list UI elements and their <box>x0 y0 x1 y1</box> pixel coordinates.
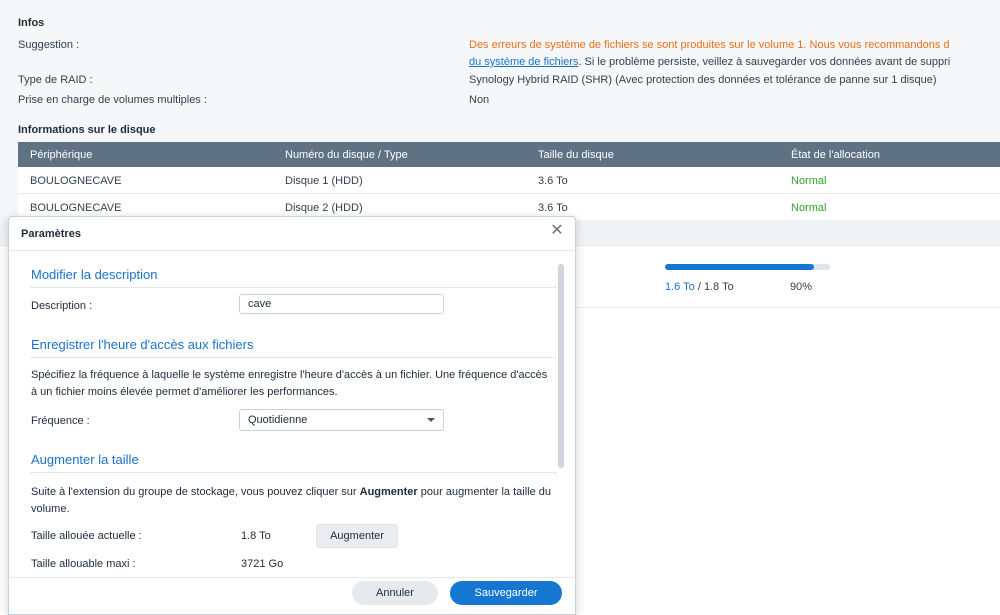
resize-description: Suite à l'extension du groupe de stockag… <box>31 486 552 515</box>
description-label: Description : <box>31 300 93 312</box>
dialog-body[interactable]: Modifier la description Description : En… <box>9 251 575 577</box>
disk-size-cell: 3.6 To <box>538 175 568 187</box>
save-button[interactable]: Sauvegarder <box>450 581 562 605</box>
raid-type-label: Type de RAID : <box>18 74 93 86</box>
frequency-selected-value: Quotidienne <box>248 414 308 426</box>
suggestion-label: Suggestion : <box>18 39 80 51</box>
disk-number-cell: Disque 1 (HDD) <box>285 175 363 187</box>
usage-bar-fill <box>665 264 814 270</box>
close-icon[interactable]: ✕ <box>549 223 565 239</box>
suggestion-text-line2: du système de fichiers. Si le problème p… <box>469 56 951 68</box>
col-device[interactable]: Périphérique <box>30 149 92 161</box>
section-divider <box>31 287 556 288</box>
total-size: 1.8 To <box>703 281 734 293</box>
settings-dialog: Paramètres ✕ Modifier la description Des… <box>8 216 576 615</box>
device-cell: BOULOGNECAVE <box>30 202 122 214</box>
infos-title: Infos <box>18 17 45 29</box>
description-heading: Modifier la description <box>31 267 158 282</box>
section-divider <box>31 357 556 358</box>
col-allocation-status[interactable]: État de l'allocation <box>791 149 880 161</box>
access-time-heading: Enregistrer l'heure d'accès aux fichiers <box>31 337 254 352</box>
footer-divider <box>9 577 575 578</box>
dialog-scrollbar[interactable] <box>558 264 564 468</box>
current-size-label: Taille allouée actuelle : <box>31 530 142 542</box>
multi-volume-label: Prise en charge de volumes multiples : <box>18 94 207 106</box>
section-divider <box>31 472 556 473</box>
usage-text: 1.6 To / 1.8 To <box>665 281 734 293</box>
col-disk-size[interactable]: Taille du disque <box>538 149 614 161</box>
usage-percent: 90% <box>790 281 813 293</box>
usage-bar <box>665 264 830 270</box>
allocation-status-cell: Normal <box>791 202 827 214</box>
used-size: 1.6 To <box>665 281 695 293</box>
frequency-label: Fréquence : <box>31 415 90 427</box>
suggestion-text: Des erreurs de système de fichiers se so… <box>469 39 950 51</box>
access-time-description: Spécifiez la fréquence à laquelle le sys… <box>31 369 548 398</box>
raid-type-value: Synology Hybrid RAID (SHR) (Avec protect… <box>469 74 937 86</box>
device-cell: BOULOGNECAVE <box>30 175 122 187</box>
disk-number-cell: Disque 2 (HDD) <box>285 202 363 214</box>
cancel-button[interactable]: Annuler <box>352 581 438 605</box>
allocation-status-cell: Normal <box>791 175 827 187</box>
augmenter-button[interactable]: Augmenter <box>316 524 398 548</box>
max-size-value: 3721 Go <box>241 558 284 570</box>
frequency-select[interactable]: Quotidienne <box>239 409 444 431</box>
description-input[interactable] <box>239 294 444 314</box>
disk-info-title: Informations sur le disque <box>18 124 156 136</box>
resize-heading: Augmenter la taille <box>31 452 139 467</box>
dialog-title: Paramètres <box>21 228 81 240</box>
disk-size-cell: 3.6 To <box>538 202 568 214</box>
col-disk-number[interactable]: Numéro du disque / Type <box>285 149 408 161</box>
table-row[interactable]: BOULOGNECAVE Disque 1 (HDD) 3.6 To Norma… <box>18 167 1000 194</box>
current-size-value: 1.8 To <box>241 530 271 542</box>
max-size-label: Taille allouable maxi : <box>31 558 136 570</box>
volume-usage-row: 1.6 To / 1.8 To 90% <box>560 247 1000 308</box>
multi-volume-value: Non <box>469 94 490 106</box>
disk-table-header: Périphérique Numéro du disque / Type Tai… <box>18 142 1000 167</box>
filesystem-link[interactable]: du système de fichiers <box>469 56 578 68</box>
chevron-down-icon <box>427 418 435 422</box>
